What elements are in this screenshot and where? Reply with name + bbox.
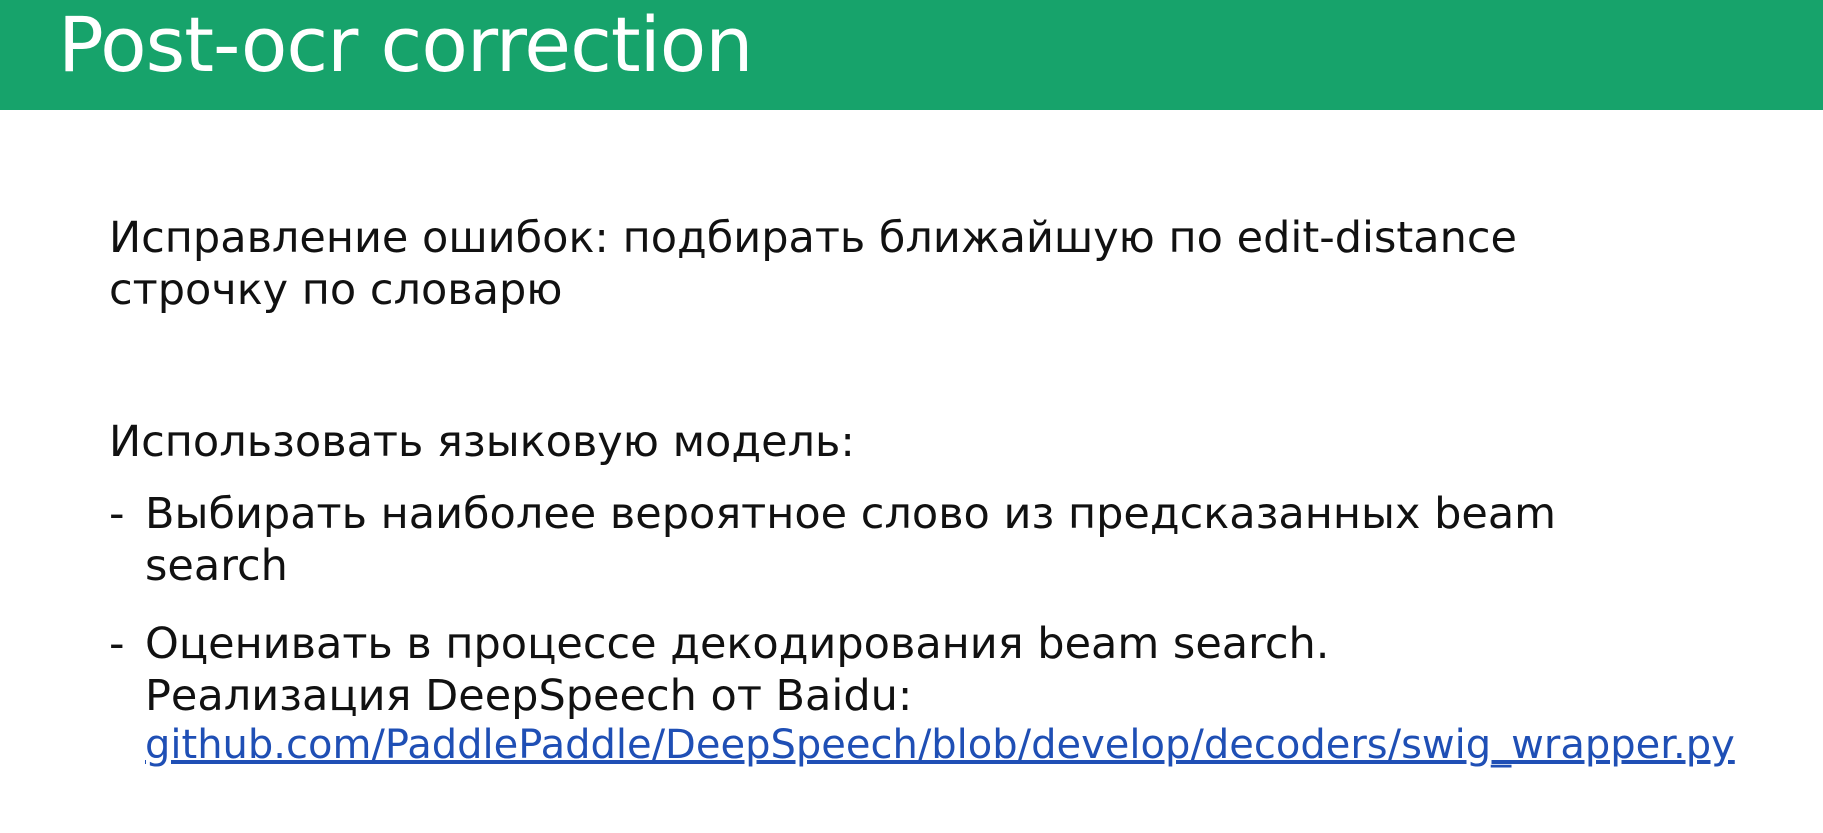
slide-title: Post-ocr correction xyxy=(58,0,753,89)
bullet-dash: - xyxy=(109,619,125,669)
bullet-line: search xyxy=(145,541,288,591)
bullet-line: Оценивать в процессе декодирования beam … xyxy=(145,619,1330,669)
paragraph-line: строчку по словарю xyxy=(109,265,563,315)
paragraph-edit-distance: Исправление ошибок: подбирать ближайшую … xyxy=(109,212,1709,316)
slide: Post-ocr correction Исправление ошибок: … xyxy=(0,0,1823,833)
title-bar: Post-ocr correction xyxy=(0,0,1823,110)
bullet-text: Выбирать наиболее вероятное слово из пре… xyxy=(145,488,1749,592)
paragraph-language-model: Использовать языковую модель: xyxy=(109,416,1709,468)
bullet-line: Выбирать наиболее вероятное слово из пре… xyxy=(145,489,1557,539)
bullet-item: - Оценивать в процессе декодирования bea… xyxy=(109,618,1749,768)
paragraph-line: Использовать языковую модель: xyxy=(109,417,855,467)
paragraph-line: Исправление ошибок: подбирать ближайшую … xyxy=(109,213,1517,263)
deepspeech-link[interactable]: github.com/PaddlePaddle/DeepSpeech/blob/… xyxy=(145,722,1749,768)
bullet-item: - Выбирать наиболее вероятное слово из п… xyxy=(109,488,1749,592)
bullet-text: Оценивать в процессе декодирования beam … xyxy=(145,618,1749,768)
bullet-dash: - xyxy=(109,489,125,539)
bullet-line: Реализация DeepSpeech от Baidu: xyxy=(145,671,913,721)
